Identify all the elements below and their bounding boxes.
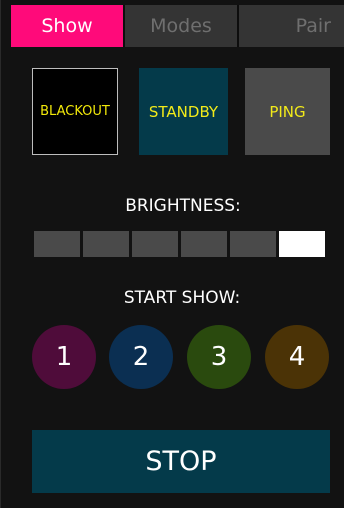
start-show-4-button[interactable]: 4 [265, 325, 329, 389]
brightness-segment-2[interactable] [83, 231, 129, 257]
brightness-segment-1[interactable] [34, 231, 80, 257]
brightness-label: BRIGHTNESS: [125, 196, 241, 216]
start-show-1-button[interactable]: 1 [32, 325, 96, 389]
standby-button[interactable]: STANDBY [139, 68, 228, 155]
start-show-3-button[interactable]: 3 [187, 325, 251, 389]
stop-button[interactable]: STOP [32, 430, 330, 493]
tab-show[interactable]: Show [11, 5, 123, 47]
brightness-segment-5[interactable] [230, 231, 276, 257]
ping-button[interactable]: PING [245, 68, 330, 155]
tab-bar: Show Modes Pair [11, 5, 344, 47]
tab-pair[interactable]: Pair [239, 5, 344, 47]
blackout-button[interactable]: BLACKOUT [32, 68, 118, 155]
app-window: Show Modes Pair BLACKOUT STANDBY PING BR… [0, 0, 344, 508]
brightness-segment-6[interactable] [279, 231, 325, 257]
brightness-segment-3[interactable] [132, 231, 178, 257]
start-show-2-button[interactable]: 2 [109, 325, 173, 389]
brightness-slider[interactable] [34, 231, 325, 257]
brightness-segment-4[interactable] [181, 231, 227, 257]
start-show-label: START SHOW: [123, 288, 241, 308]
tab-modes[interactable]: Modes [125, 5, 237, 47]
